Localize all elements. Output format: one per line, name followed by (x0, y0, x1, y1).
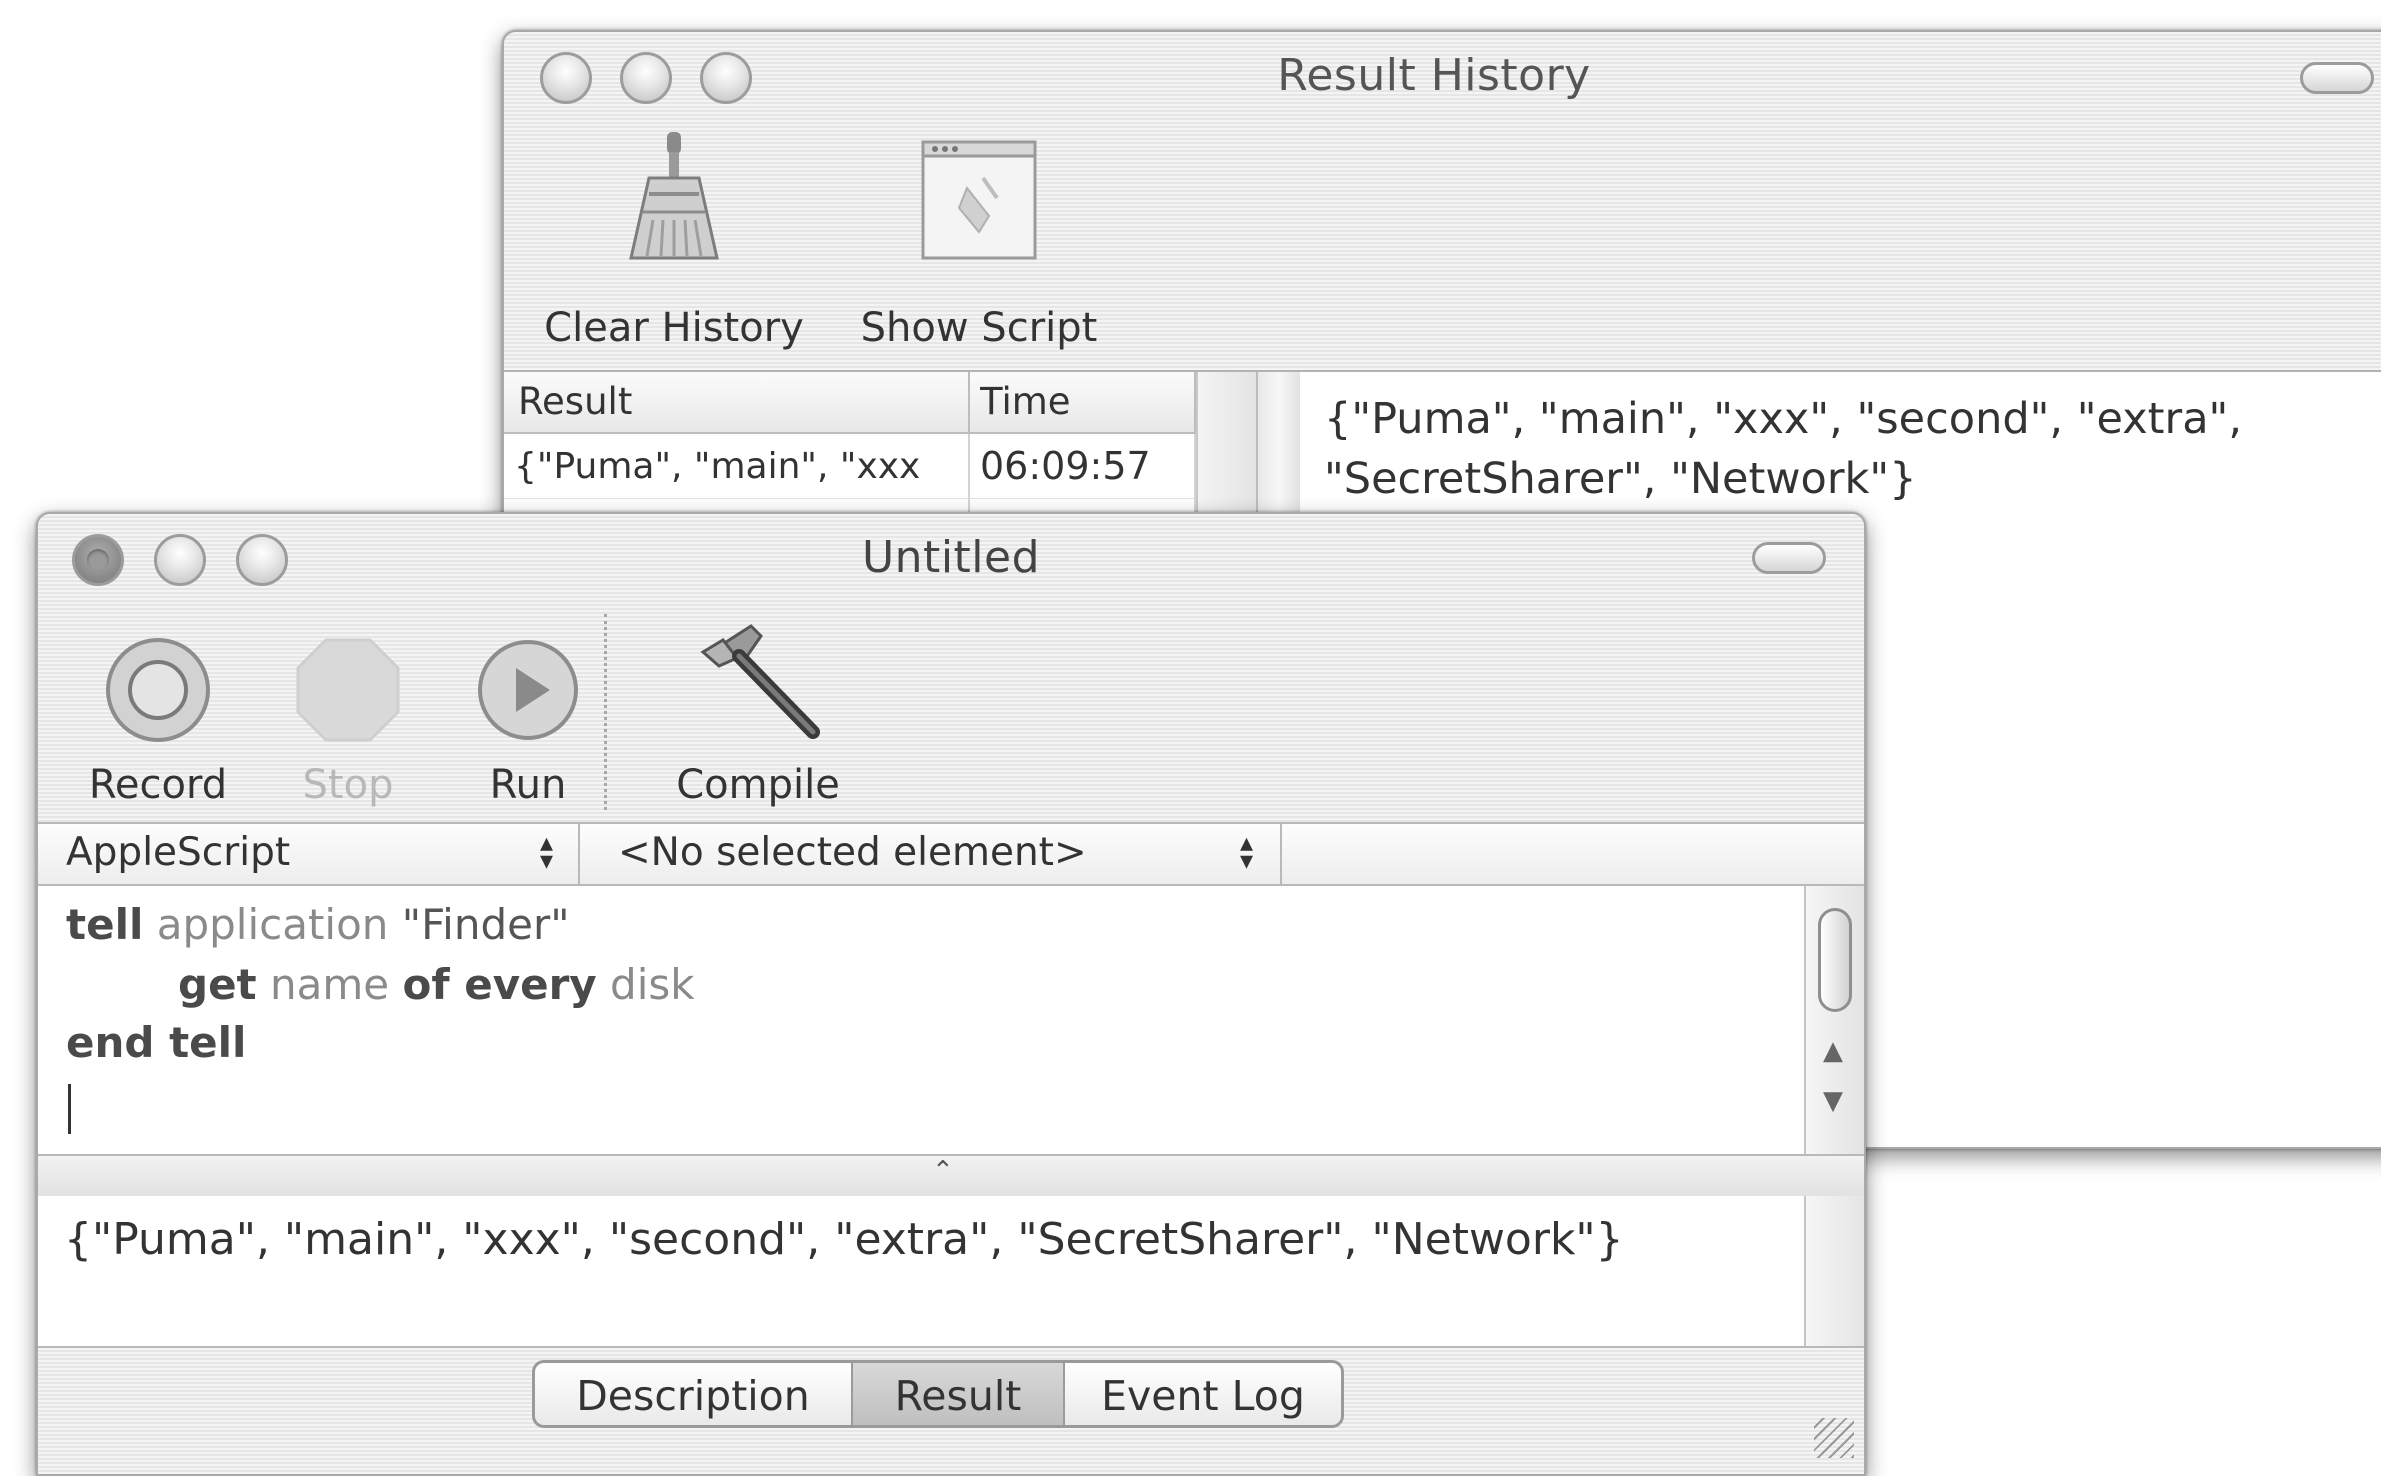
script-scrollbar[interactable]: ▲ ▼ (1804, 886, 1864, 1154)
clear-history-label: Clear History (544, 305, 804, 351)
popup-arrows-icon: ▴ ▾ (540, 828, 554, 876)
result-history-titlebar[interactable]: Result History (504, 32, 2381, 121)
script-editor-titlebar[interactable]: Untitled (38, 514, 1864, 603)
identifier-application: application (156, 900, 389, 949)
toolbar-separator (604, 614, 607, 810)
splitter-handle-icon: ⌃ (932, 1156, 954, 1186)
identifier-disk: disk (610, 960, 695, 1009)
record-icon (106, 638, 210, 742)
popup-arrows-icon: ▴ ▾ (1240, 828, 1254, 876)
run-label: Run (489, 762, 567, 808)
window-title: Result History (1277, 50, 1591, 101)
row-result-cell: {"Puma", "main", "xxx (514, 446, 921, 487)
view-segmented-control: Description Result Event Log (532, 1360, 1344, 1428)
compile-label: Compile (676, 762, 840, 808)
result-text: {"Puma", "main", "xxx", "second", "extra… (64, 1214, 1624, 1265)
detail-line-2: "SecretSharer", "Network"} (1324, 454, 1917, 504)
show-script-label: Show Script (860, 305, 1098, 351)
script-line-1: tell application "Finder" (66, 900, 570, 949)
tab-result[interactable]: Result (853, 1363, 1065, 1425)
script-line-3: end tell (66, 1018, 246, 1067)
record-label: Record (88, 762, 228, 808)
script-text-area[interactable]: tell application "Finder" get name of ev… (38, 886, 1804, 1154)
tab-description[interactable]: Description (535, 1363, 853, 1425)
table-header: Result Time (504, 372, 1204, 434)
script-editor-toolbar: Record Stop Run Compile (38, 602, 1864, 824)
run-button[interactable]: Run (438, 602, 618, 822)
tab-event-log[interactable]: Event Log (1065, 1363, 1341, 1425)
navigation-bar: AppleScript ▴ ▾ <No selected element> ▴ ▾ (38, 824, 1864, 886)
scroll-down-arrow-icon[interactable]: ▼ (1823, 1086, 1843, 1116)
string-finder: "Finder" (401, 900, 570, 949)
column-divider (968, 372, 970, 432)
hammer-icon (700, 624, 820, 739)
result-scrollbar[interactable] (1804, 1196, 1864, 1346)
table-row[interactable]: {"Puma", "main", "xxx 06:09:57 (504, 434, 1194, 499)
broom-icon (629, 132, 719, 260)
text-cursor (68, 1084, 71, 1134)
language-popup-value: AppleScript (66, 830, 291, 875)
column-header-time[interactable]: Time (980, 380, 1071, 423)
desktop: { "result_history": { "title": "Result H… (0, 0, 2381, 1476)
result-history-toolbar: Clear History Show Script (504, 120, 2381, 372)
row-time-cell: 06:09:57 (980, 444, 1151, 488)
record-button[interactable]: Record (58, 602, 258, 822)
keyword-end-tell: end tell (66, 1018, 247, 1067)
element-popup-value: <No selected element> (618, 830, 1087, 875)
keyword-get: get (178, 960, 257, 1009)
compile-button[interactable]: Compile (648, 602, 868, 822)
show-script-button[interactable]: Show Script (859, 120, 1099, 370)
element-popup[interactable]: <No selected element> ▴ ▾ (580, 824, 1282, 884)
resize-grip-icon[interactable] (1814, 1418, 1854, 1458)
identifier-name: name (270, 960, 390, 1009)
script-document-icon (921, 140, 1037, 260)
column-header-result[interactable]: Result (518, 380, 632, 423)
toolbar-toggle-button[interactable] (2300, 62, 2374, 94)
scroll-thumb[interactable] (1818, 908, 1852, 1012)
script-line-2: get name of every disk (178, 960, 695, 1009)
stop-label: Stop (302, 762, 394, 808)
toolbar-toggle-button[interactable] (1752, 542, 1826, 574)
detail-line-1: {"Puma", "main", "xxx", "second", "extra… (1324, 394, 2242, 444)
stop-icon (296, 638, 400, 742)
keyword-tell: tell (66, 900, 144, 949)
bottom-tab-bar: Description Result Event Log (38, 1346, 1864, 1474)
language-popup[interactable]: AppleScript ▴ ▾ (38, 824, 580, 884)
window-title: Untitled (861, 532, 1041, 583)
editor-result-splitter[interactable]: ⌃ (38, 1154, 1864, 1198)
script-editor-window: Untitled Record Stop Run Compile AppleSc… (36, 512, 1866, 1476)
stop-button[interactable]: Stop (268, 602, 428, 822)
clear-history-button[interactable]: Clear History (544, 120, 804, 370)
keyword-of-every: of every (402, 960, 597, 1009)
result-text-area[interactable]: {"Puma", "main", "xxx", "second", "extra… (38, 1196, 1804, 1346)
play-icon (478, 640, 578, 740)
scroll-up-arrow-icon[interactable]: ▲ (1823, 1036, 1843, 1066)
